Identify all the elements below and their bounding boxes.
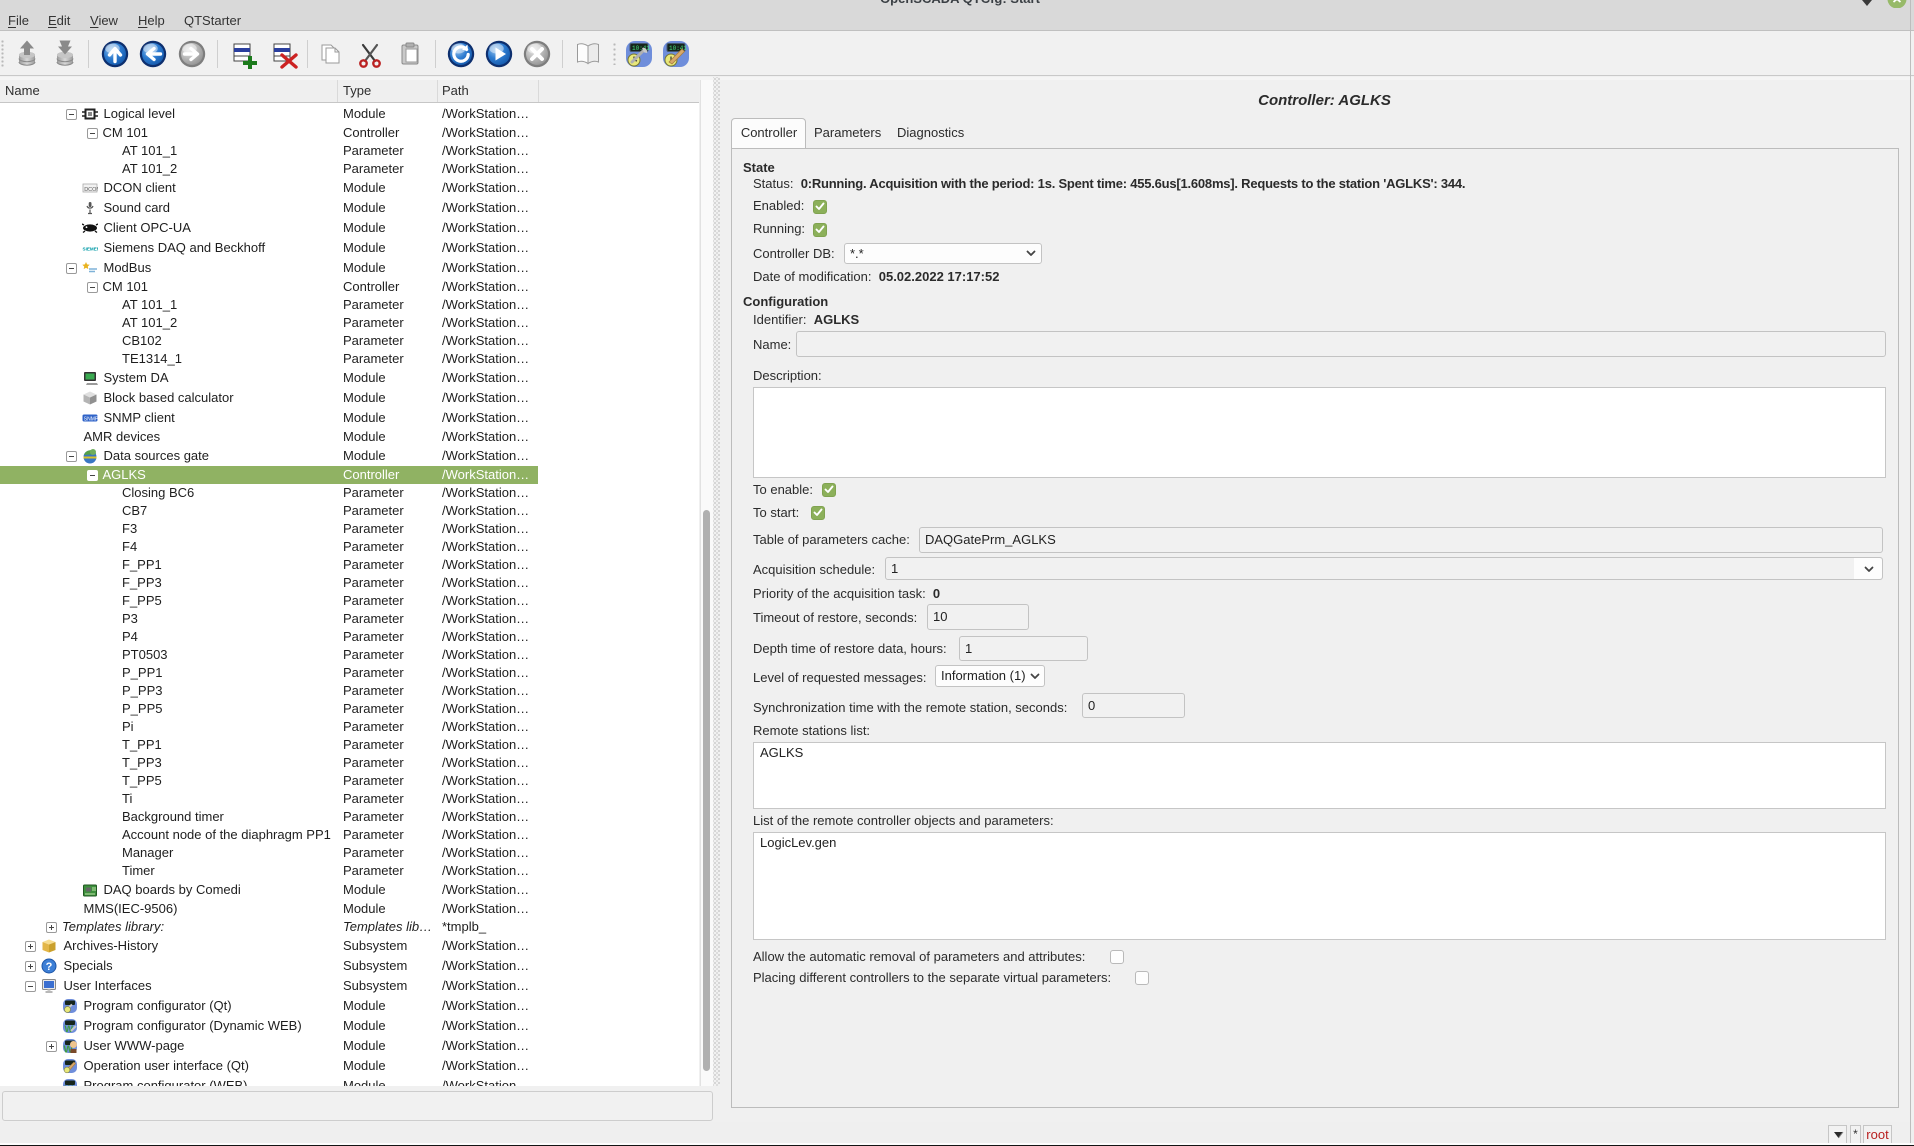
svg-text:SNMP: SNMP [83, 416, 97, 422]
svg-text:10:41: 10:41 [669, 45, 687, 52]
svg-text:?: ? [46, 961, 53, 973]
svg-text:DCON: DCON [84, 187, 98, 193]
svg-text:W: W [65, 1084, 74, 1086]
svg-text:SIEMENS: SIEMENS [82, 247, 98, 252]
